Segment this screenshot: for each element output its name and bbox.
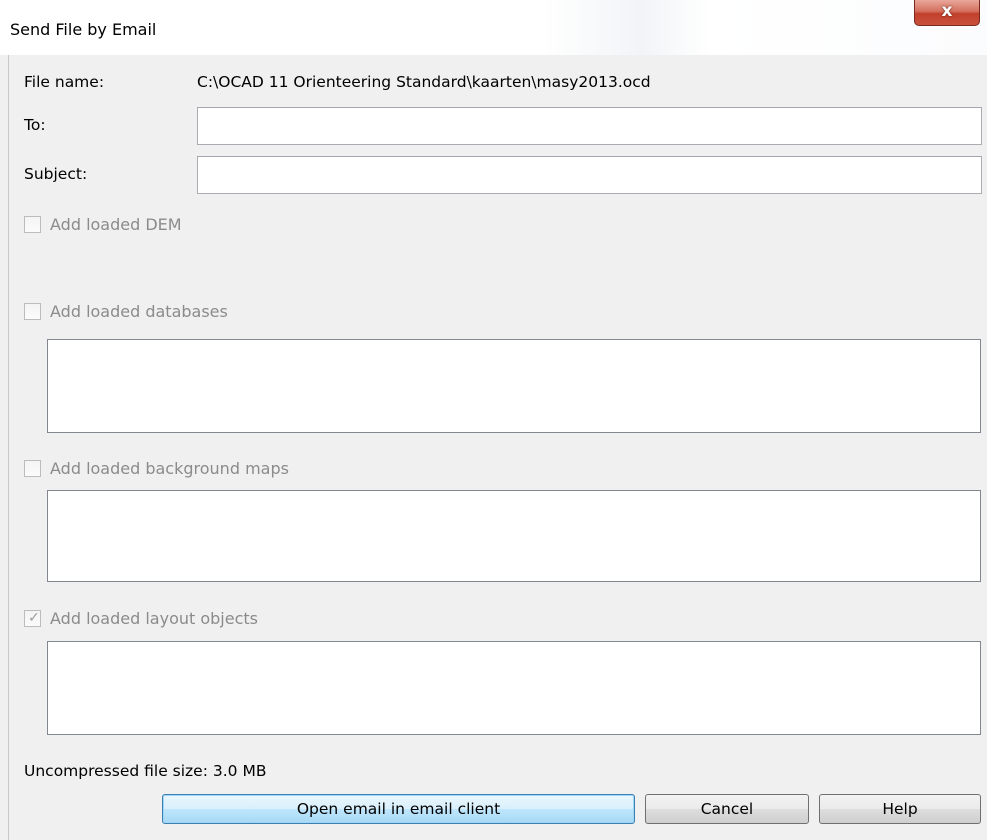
add-dem-checkbox[interactable] [24,215,41,233]
open-email-button[interactable]: Open email in email client [162,794,635,824]
close-icon: x [941,1,953,21]
add-layout-objects-checkbox-row[interactable]: ✓ Add loaded layout objects [24,608,258,628]
window-title: Send File by Email [10,20,157,39]
add-databases-checkbox[interactable] [24,302,41,320]
add-dem-label: Add loaded DEM [50,214,182,234]
to-field[interactable] [197,107,982,145]
add-background-maps-checkbox-row[interactable]: Add loaded background maps [24,458,289,478]
checkmark-icon: ✓ [28,609,40,626]
background-maps-list[interactable] [47,490,981,582]
add-databases-checkbox-row[interactable]: Add loaded databases [24,301,228,321]
databases-list[interactable] [47,339,981,433]
file-name-value: C:\OCAD 11 Orienteering Standard\kaarten… [197,73,651,91]
add-dem-checkbox-row[interactable]: Add loaded DEM [24,214,182,234]
add-databases-label: Add loaded databases [50,301,228,321]
add-background-maps-label: Add loaded background maps [50,458,289,478]
layout-objects-list[interactable] [47,641,981,735]
add-layout-objects-checkbox[interactable]: ✓ [24,609,41,627]
add-layout-objects-label: Add loaded layout objects [50,608,258,628]
subject-field[interactable] [197,156,982,194]
file-size-text: Uncompressed file size: 3.0 MB [24,762,267,780]
title-bar: Send File by Email x [0,0,987,55]
add-background-maps-checkbox[interactable] [24,459,41,477]
close-button[interactable]: x [914,0,980,26]
subject-label: Subject: [24,165,88,183]
help-button[interactable]: Help [819,794,981,824]
file-name-label: File name: [24,73,105,91]
to-label: To: [24,116,46,134]
cancel-button[interactable]: Cancel [645,794,809,824]
